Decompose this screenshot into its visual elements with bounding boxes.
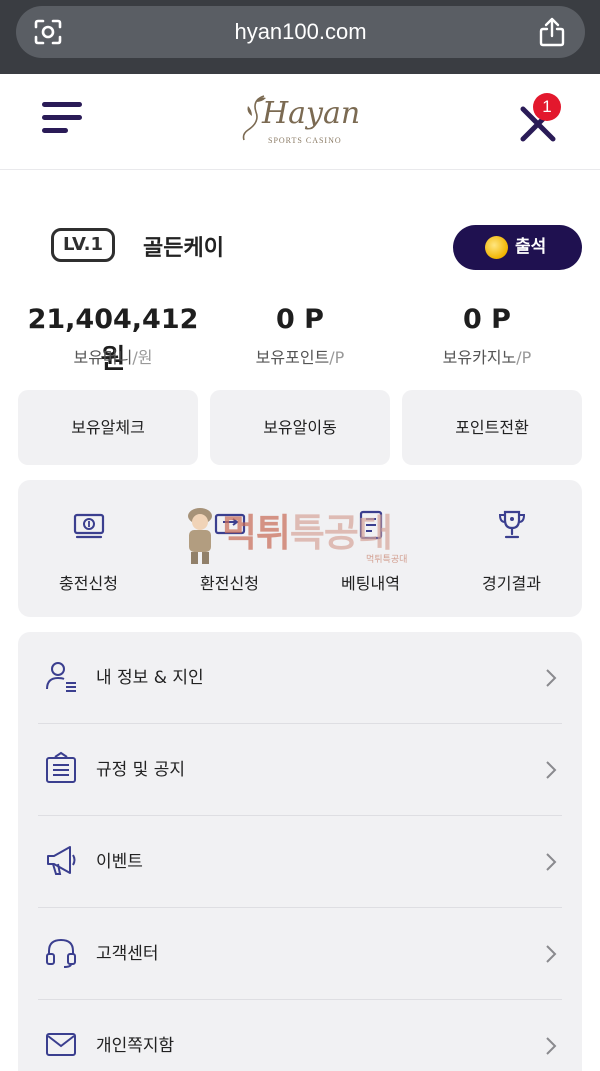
balance-transfer-button[interactable]: 보유알이동 bbox=[210, 390, 390, 465]
url-field[interactable]: hyan100.com bbox=[16, 6, 585, 58]
quick-withdraw-label: 환전신청 bbox=[200, 574, 259, 593]
stat-money: 21,404,412 원 보유머니/원 bbox=[18, 300, 208, 375]
watermark-subtext: 먹튀특공대 bbox=[366, 555, 408, 565]
quick-deposit[interactable]: 충전신청 bbox=[18, 480, 159, 617]
megaphone-icon bbox=[47, 846, 76, 875]
quick-results-label: 경기결과 bbox=[482, 574, 541, 593]
menu-label-events: 이벤트 bbox=[96, 852, 143, 872]
watermark: 먹튀특공대 먹튀특공대 bbox=[180, 500, 430, 570]
menu-item-messages[interactable]: 개인쪽지함 bbox=[38, 1000, 562, 1071]
menu-item-events[interactable]: 이벤트 bbox=[38, 816, 562, 908]
logo-subtext: SPORTS CASINO bbox=[268, 136, 342, 145]
logo-text: Hayan bbox=[262, 96, 361, 131]
money-icon bbox=[73, 513, 104, 539]
notification-badge: 1 bbox=[533, 93, 561, 121]
soldier-mascot-icon bbox=[188, 508, 212, 564]
menu-label-rules: 규정 및 공지 bbox=[96, 760, 186, 780]
stat-casino: 0 P 보유카지노/P bbox=[392, 300, 582, 368]
url-text[interactable]: hyan100.com bbox=[16, 6, 585, 58]
stat-money-label: 보유머니/원 bbox=[73, 348, 153, 367]
level-badge: LV.1 bbox=[51, 228, 115, 262]
headset-icon bbox=[46, 938, 76, 968]
share-icon[interactable] bbox=[539, 17, 565, 47]
balance-check-button[interactable]: 보유알체크 bbox=[18, 390, 198, 465]
username: 골든케이 bbox=[143, 236, 224, 261]
menu-label-my-info: 내 정보 & 지인 bbox=[96, 668, 204, 688]
stat-money-value: 21,404,412 원 bbox=[27, 304, 199, 375]
stat-casino-value: 0 P bbox=[463, 304, 511, 335]
user-icon bbox=[46, 662, 76, 692]
attendance-label: 출석 bbox=[515, 237, 547, 257]
chevron-right-icon bbox=[546, 1037, 557, 1055]
trophy-icon bbox=[498, 510, 525, 539]
watermark-text: 먹튀특공대 bbox=[222, 511, 393, 555]
menu-label-support: 고객센터 bbox=[96, 944, 159, 964]
quick-results[interactable]: 경기결과 bbox=[441, 480, 582, 617]
menu-label-messages: 개인쪽지함 bbox=[96, 1036, 175, 1056]
account-menu: 내 정보 & 지인 규정 및 공지 이벤트 고객센터 개인쪽지함 bbox=[18, 632, 582, 1071]
chevron-right-icon bbox=[546, 945, 557, 963]
stat-points-value: 0 P bbox=[276, 304, 324, 335]
hamburger-menu-icon[interactable] bbox=[42, 100, 84, 136]
browser-address-bar: hyan100.com bbox=[0, 0, 600, 74]
app-header: Hayan SPORTS CASINO bbox=[0, 74, 600, 170]
menu-item-rules[interactable]: 규정 및 공지 bbox=[38, 724, 562, 816]
attendance-button[interactable]: 출석 bbox=[453, 225, 582, 270]
point-convert-button[interactable]: 포인트전환 bbox=[402, 390, 582, 465]
quick-deposit-label: 충전신청 bbox=[59, 574, 118, 593]
stat-points: 0 P 보유포인트/P bbox=[205, 300, 395, 368]
mail-icon bbox=[46, 1033, 76, 1056]
menu-item-support[interactable]: 고객센터 bbox=[38, 908, 562, 1000]
stat-casino-label: 보유카지노/P bbox=[442, 348, 532, 367]
quick-bet-history-label: 베팅내역 bbox=[341, 574, 400, 593]
coin-icon bbox=[485, 236, 508, 259]
menu-item-my-info[interactable]: 내 정보 & 지인 bbox=[38, 632, 562, 724]
notice-icon bbox=[46, 751, 76, 783]
stat-points-label: 보유포인트/P bbox=[255, 348, 345, 367]
site-logo[interactable]: Hayan SPORTS CASINO bbox=[238, 90, 364, 154]
chevron-right-icon bbox=[546, 853, 557, 871]
chevron-right-icon bbox=[546, 669, 557, 687]
chevron-right-icon bbox=[546, 761, 557, 779]
